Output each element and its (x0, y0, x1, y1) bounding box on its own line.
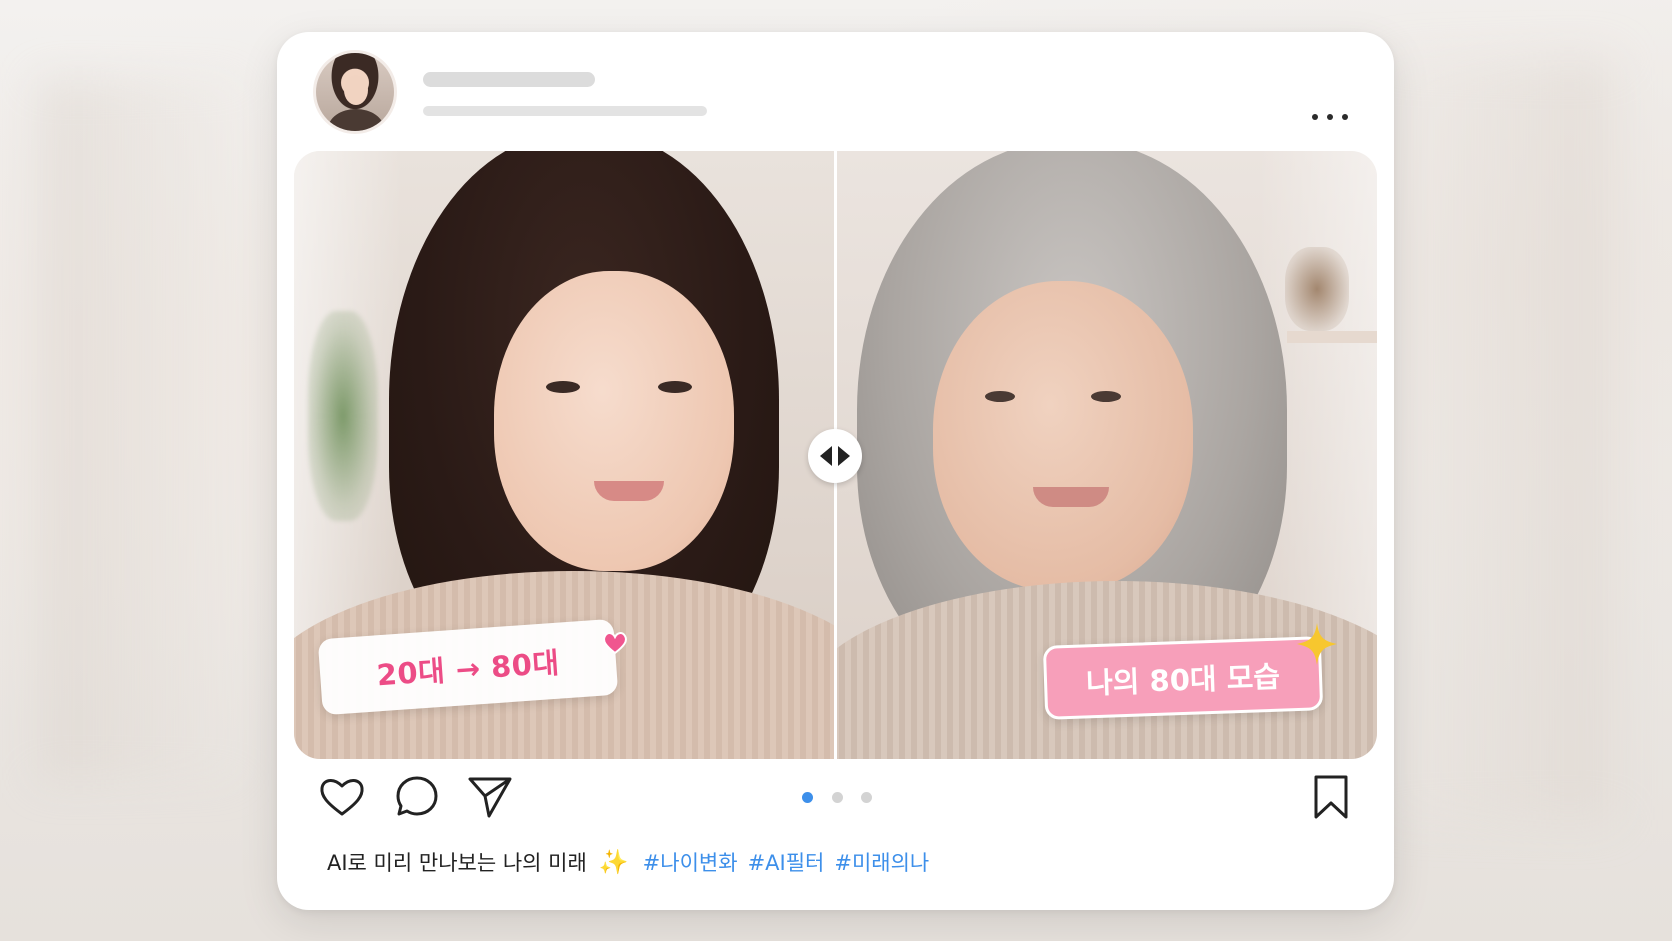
young-eye (546, 381, 580, 393)
carousel-dot[interactable] (861, 791, 872, 803)
more-options-button[interactable] (1312, 110, 1348, 124)
comment-button[interactable] (392, 772, 442, 822)
after-label: 나의 80대 모습 (1042, 636, 1324, 720)
more-dot-icon (1342, 114, 1348, 120)
hashtag-link[interactable]: #미래의나 (834, 847, 929, 877)
share-button[interactable] (465, 772, 515, 822)
sparkle-sticker-icon (1297, 623, 1337, 665)
young-eye (658, 381, 692, 393)
older-face (933, 281, 1193, 591)
before-after-image[interactable]: 20대 → 80대 나의 80대 모습 (294, 151, 1377, 759)
background-plant (308, 311, 378, 521)
older-eye (985, 391, 1015, 402)
carousel-dot[interactable] (831, 791, 843, 803)
compare-slider-handle[interactable] (808, 429, 862, 483)
sparkle-emoji-icon: ✨ (598, 848, 629, 876)
post-header (277, 32, 1394, 152)
like-button[interactable] (317, 772, 367, 822)
hashtag-link[interactable]: #AI필터 (748, 847, 825, 877)
avatar-face (344, 75, 368, 105)
older-lips (1033, 487, 1109, 507)
save-button[interactable] (1306, 772, 1356, 822)
send-icon (468, 777, 512, 818)
more-dot-icon (1327, 114, 1333, 120)
post-card: 20대 → 80대 나의 80대 모습 AI로 미리 만나보는 나의 미래 ✨ … (277, 32, 1394, 910)
subtitle-placeholder (423, 106, 707, 116)
background-shelf (1287, 331, 1377, 343)
caption-text: AI로 미리 만나보는 나의 미래 (327, 851, 587, 875)
carousel-indicator (802, 790, 872, 804)
avatar-body (328, 109, 384, 131)
young-face (494, 271, 734, 571)
avatar[interactable] (313, 50, 397, 134)
bookmark-icon (1314, 775, 1348, 819)
young-lips (594, 481, 664, 501)
background-plant (1285, 247, 1349, 331)
heart-icon (320, 779, 364, 816)
heart-sticker-icon (603, 632, 627, 655)
hashtag-link[interactable]: #나이변화 (643, 847, 738, 877)
carousel-dot-active[interactable] (802, 791, 813, 803)
arrows-left-right-icon (820, 446, 850, 466)
older-eye (1091, 391, 1121, 402)
more-dot-icon (1312, 114, 1318, 120)
before-label-text: 20대 → 80대 (375, 645, 561, 693)
username-placeholder (423, 72, 595, 87)
post-actions (277, 772, 1394, 832)
post-caption: AI로 미리 만나보는 나의 미래 ✨ #나이변화 #AI필터 #미래의나 (327, 844, 1354, 880)
comment-icon (396, 776, 438, 816)
after-label-text: 나의 80대 모습 (1085, 659, 1281, 701)
